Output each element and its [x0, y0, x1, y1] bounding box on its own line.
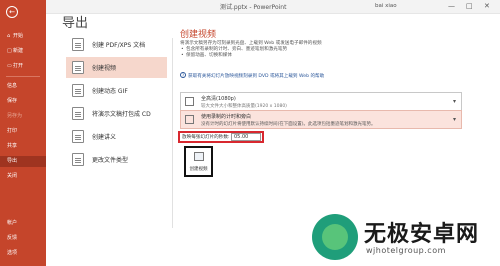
- sidebar-item-print[interactable]: 打印: [0, 126, 46, 137]
- close-button[interactable]: ✕: [484, 2, 490, 11]
- user-name[interactable]: bai xiao: [375, 3, 397, 9]
- maximize-button[interactable]: □: [466, 2, 473, 11]
- export-option-package-cd[interactable]: 将演示文稿打包成 CD: [66, 103, 167, 124]
- sidebar-item-close[interactable]: 关闭: [0, 171, 46, 182]
- detail-intro: 将演示文稿另存为可刻录到光盘、上载到 Web 或发送电子邮件的视频: [180, 41, 322, 46]
- seconds-label: 放映每张幻灯片的秒数:: [182, 135, 230, 140]
- timings-title: 使用录制的计时和旁白: [201, 114, 252, 120]
- create-video-icon: [194, 152, 204, 161]
- page-title: 导出: [62, 16, 89, 31]
- video-icon: [72, 61, 84, 74]
- detail-bullet: 保留动画、切换和媒体: [180, 53, 470, 59]
- sidebar-item-options[interactable]: 选项: [0, 248, 46, 259]
- sidebar-item-new[interactable]: □新建: [0, 46, 46, 57]
- quality-subtitle: 较大文件大小和整体高质量(1920 x 1080): [201, 104, 287, 109]
- sidebar-item-info[interactable]: 信息: [0, 81, 46, 92]
- cd-icon: [72, 107, 84, 120]
- watermark-url: wjhotelgroup.com: [366, 246, 446, 255]
- sidebar-item-account[interactable]: 帐户: [0, 218, 46, 229]
- document-title: 测试.pptx - PowerPoint: [220, 4, 287, 11]
- timing-icon: [185, 115, 194, 124]
- detail-title: 创建视频: [180, 30, 217, 40]
- detail-description: 将演示文稿另存为可刻录到光盘、上载到 Web 或发送电子邮件的视频 包含所有录制…: [180, 41, 470, 59]
- watermark-logo-icon: [312, 214, 358, 260]
- monitor-icon: [185, 97, 194, 106]
- watermark-title: 无极安卓网: [364, 222, 480, 247]
- timings-dropdown[interactable]: 使用录制的计时和旁白 没有计时的幻灯片将使用默认持续时间(在下面设置)。此选项包…: [180, 110, 462, 129]
- handout-icon: [72, 130, 84, 143]
- sidebar-divider: [6, 76, 40, 77]
- export-option-change-file-type[interactable]: 更改文件类型: [66, 149, 167, 170]
- sidebar-item-save-as[interactable]: 另存为: [0, 111, 46, 122]
- sidebar-item-open[interactable]: ▭打开: [0, 61, 46, 72]
- timings-subtitle: 没有计时的幻灯片将使用默认持续时间(在下面设置)。此选项包括墨迹笔划和激光笔势。: [201, 122, 376, 127]
- help-link[interactable]: ? 获取有关将幻灯片放映视频刻录到 DVD 或将其上载到 Web 的帮助: [180, 72, 324, 79]
- sidebar-item-export[interactable]: 导出: [0, 156, 46, 167]
- back-arrow-icon[interactable]: ←: [6, 6, 18, 18]
- create-video-label: 创建视频: [189, 167, 208, 172]
- backstage-sidebar: ← ⌂ 开始 □新建 ▭打开 信息 保存 另存为 打印 共享 导出 关闭 帐户 反…: [0, 0, 46, 266]
- create-video-button[interactable]: 创建视频: [184, 146, 213, 177]
- chevron-down-icon: ▾: [452, 98, 456, 105]
- export-option-video[interactable]: 创建视频: [66, 57, 167, 78]
- help-icon: ?: [180, 72, 186, 78]
- export-option-pdf[interactable]: 创建 PDF/XPS 文档: [66, 34, 167, 55]
- sidebar-item-share[interactable]: 共享: [0, 141, 46, 152]
- sidebar-item-home[interactable]: ⌂ 开始: [0, 31, 46, 42]
- gif-icon: [72, 84, 84, 97]
- watermark: 无极安卓网 wjhotelgroup.com: [312, 214, 494, 260]
- video-quality-dropdown[interactable]: 全高清(1080p) 较大文件大小和整体高质量(1920 x 1080) ▾: [180, 92, 462, 111]
- pane-divider: [172, 38, 173, 228]
- export-option-gif[interactable]: 创建动态 GIF: [66, 80, 167, 101]
- pdf-icon: [72, 38, 84, 51]
- quality-title: 全高清(1080p): [201, 96, 236, 102]
- sidebar-item-feedback[interactable]: 反馈: [0, 233, 46, 244]
- seconds-input[interactable]: [231, 133, 261, 141]
- sidebar-item-save[interactable]: 保存: [0, 96, 46, 107]
- chevron-down-icon: ▾: [452, 116, 456, 123]
- file-type-icon: [72, 153, 84, 166]
- minimize-button[interactable]: —: [448, 2, 455, 11]
- export-option-handouts[interactable]: 创建讲义: [66, 126, 167, 147]
